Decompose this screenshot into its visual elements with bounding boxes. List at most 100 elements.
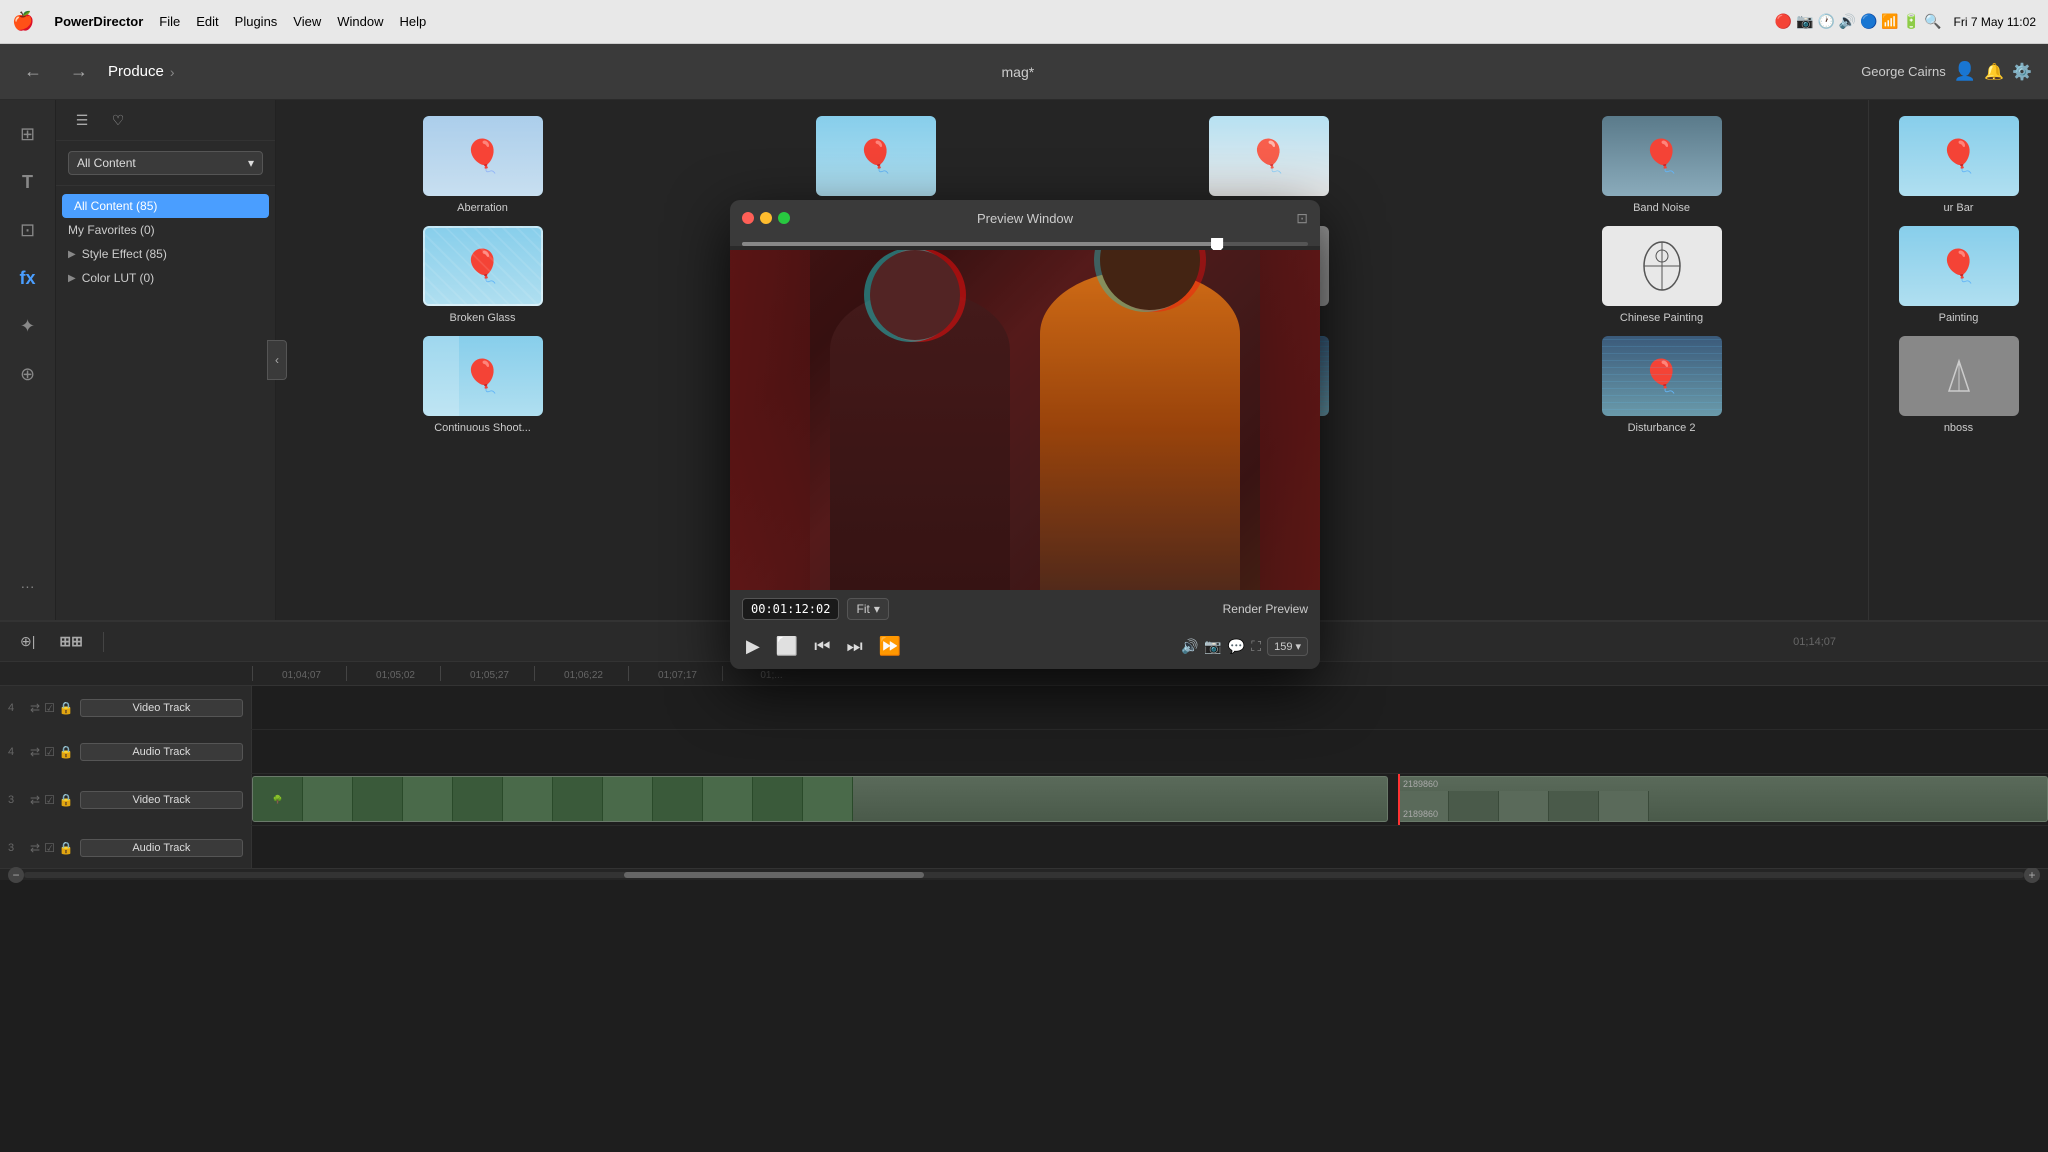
bottom-scrollbar[interactable]: − + xyxy=(0,868,2048,880)
effect-disturbance2[interactable]: 🎈 Disturbance 2 xyxy=(1471,336,1852,434)
track-icon-split[interactable]: ⇄ xyxy=(30,745,40,759)
tree-item-all-content[interactable]: All Content (85) xyxy=(62,194,269,218)
fast-forward-button[interactable]: ⏩ xyxy=(875,634,905,659)
track-icon-split[interactable]: ⇄ xyxy=(30,841,40,855)
track-icon-check[interactable]: ☑ xyxy=(44,841,55,855)
effect-aberration[interactable]: 🎈 Aberration xyxy=(292,116,673,214)
snapshot-button[interactable]: 📷 xyxy=(1204,638,1221,655)
step-back-button[interactable]: ⏮ xyxy=(810,634,834,659)
tree-item-style-effect[interactable]: ▶ Style Effect (85) xyxy=(56,242,275,266)
zoom-in-button[interactable]: + xyxy=(2024,867,2040,883)
timecode-display: 00:01:12:02 xyxy=(742,598,839,620)
track-header-4v: 4 ⇄ ☑ 🔒 Video Track xyxy=(0,686,252,729)
video-clip-3v[interactable]: 🌳 xyxy=(252,776,1388,822)
effect-bandnoise[interactable]: 🎈 Band Noise xyxy=(1471,116,1852,214)
panel-collapse-arrow[interactable]: ‹ xyxy=(267,340,287,380)
audio-button[interactable]: 🔊 xyxy=(1181,638,1198,655)
effect-label-urbar: ur Bar xyxy=(1944,202,1974,214)
effect-thumb-emboss xyxy=(1899,336,2019,416)
clip-label-2189860-top: 2189860 xyxy=(1399,777,2047,791)
preview-expand-button[interactable]: ⊡ xyxy=(1296,210,1308,227)
track-icon-check[interactable]: ☑ xyxy=(44,701,55,715)
preview-controls-bar: 00:01:12:02 Fit ▾ Render Preview xyxy=(730,590,1320,628)
scrollbar-track[interactable] xyxy=(24,872,2024,878)
app-name[interactable]: PowerDirector xyxy=(54,14,143,29)
zoom-out-button[interactable]: − xyxy=(8,867,24,883)
preview-scrubber-top[interactable] xyxy=(730,236,1320,246)
effect-label-bandnoise: Band Noise xyxy=(1633,202,1690,214)
effect-painting[interactable]: 🎈 Painting xyxy=(1881,226,2036,324)
track-icon-split[interactable]: ⇄ xyxy=(30,701,40,715)
sidebar-item-tools[interactable]: ⊕ xyxy=(6,352,50,396)
track-content-3a[interactable] xyxy=(252,826,2048,868)
menu-window[interactable]: Window xyxy=(337,14,383,29)
track-icon-check[interactable]: ☑ xyxy=(44,793,55,807)
forward-button[interactable]: → xyxy=(62,57,96,86)
apple-menu[interactable]: 🍎 xyxy=(12,11,34,32)
render-preview-button[interactable]: Render Preview xyxy=(1223,602,1308,616)
ruler-mark-3: 01;05;27 xyxy=(440,666,534,681)
datetime: Fri 7 May 11:02 xyxy=(1954,15,2036,29)
menu-view[interactable]: View xyxy=(293,14,321,29)
effect-urbar[interactable]: 🎈 ur Bar xyxy=(1881,116,2036,214)
track-icon-lock[interactable]: 🔒 xyxy=(59,841,74,855)
playhead xyxy=(1398,774,1400,825)
track-icon-lock[interactable]: 🔒 xyxy=(59,745,74,759)
timeline-tracks: 4 ⇄ ☑ 🔒 Video Track 4 ⇄ ☑ 🔒 Audio Track xyxy=(0,686,2048,868)
track-content-4a[interactable] xyxy=(252,730,2048,773)
track-number: 4 xyxy=(8,746,24,758)
menu-help[interactable]: Help xyxy=(400,14,427,29)
effects-right-panel: 🎈 ur Bar 🎈 Painting nboss xyxy=(1868,100,2048,620)
video-clip-3v-right[interactable]: 2189860 2189860 xyxy=(1398,776,2048,822)
filter-icon-btn[interactable]: ☰ xyxy=(68,106,96,134)
menu-plugins[interactable]: Plugins xyxy=(235,14,278,29)
maximize-dot[interactable] xyxy=(778,212,790,224)
menu-file[interactable]: File xyxy=(159,14,180,29)
scrubber-track[interactable] xyxy=(742,242,1308,246)
scrollbar-thumb[interactable] xyxy=(624,872,924,878)
close-dot[interactable] xyxy=(742,212,754,224)
menu-edit[interactable]: Edit xyxy=(196,14,218,29)
track-icon-lock[interactable]: 🔒 xyxy=(59,793,74,807)
tree-item-favorites[interactable]: My Favorites (0) xyxy=(56,218,275,242)
effect-thumb-abstractionism: 🎈 xyxy=(816,116,936,196)
add-track-button[interactable]: ⊕| xyxy=(12,629,43,654)
track-icon-lock[interactable]: 🔒 xyxy=(59,701,74,715)
content-panel: ☰ ♡ All Content ▾ All Content (85) My Fa… xyxy=(56,100,276,620)
sidebar-item-effects[interactable]: ✦ xyxy=(6,304,50,348)
content-dropdown[interactable]: All Content ▾ xyxy=(68,151,263,175)
preview-transport: ▶ ⬜ ⏮ ⏭ ⏩ 🔊 📷 💬 ⛶ 159 ▾ xyxy=(730,628,1320,669)
fit-dropdown[interactable]: Fit ▾ xyxy=(847,598,888,620)
subtitle-button[interactable]: 💬 xyxy=(1228,638,1245,655)
track-number: 4 xyxy=(8,702,24,714)
effect-brokenglass[interactable]: 🎈 Broken Glass xyxy=(292,226,673,324)
track-icon-check[interactable]: ☑ xyxy=(44,745,55,759)
track-header-3a: 3 ⇄ ☑ 🔒 Audio Track xyxy=(0,826,252,868)
timeline-ruler-far-right: 01;14;07 xyxy=(1793,636,2036,648)
sidebar-item-more[interactable]: ··· xyxy=(6,564,50,608)
fullscreen-button[interactable]: ⛶ xyxy=(1251,638,1261,655)
track-icon-split[interactable]: ⇄ xyxy=(30,793,40,807)
track-content-3v[interactable]: 🌳 2189860 2189860 xyxy=(252,774,2048,825)
effect-thumb-painting: 🎈 xyxy=(1899,226,2019,306)
effect-chinesepainting2[interactable]: Chinese Painting xyxy=(1471,226,1852,324)
effect-label-aberration: Aberration xyxy=(457,202,508,214)
track-content-4v[interactable] xyxy=(252,686,2048,729)
sidebar-item-fx[interactable]: fx xyxy=(6,256,50,300)
quality-badge[interactable]: 159 ▾ xyxy=(1267,637,1308,656)
play-button[interactable]: ▶ xyxy=(742,634,764,659)
sidebar-item-media[interactable]: ⊞ xyxy=(6,112,50,156)
effect-emboss[interactable]: nboss xyxy=(1881,336,2036,434)
stop-button[interactable]: ⬜ xyxy=(772,634,802,659)
step-forward-button[interactable]: ⏭ xyxy=(842,634,866,659)
sidebar-item-overlay[interactable]: ⊡ xyxy=(6,208,50,252)
back-button[interactable]: ← xyxy=(16,57,50,86)
content-panel-header: All Content ▾ xyxy=(56,141,275,186)
timeline-settings-button[interactable]: ⊞⊞ xyxy=(51,629,90,654)
minimize-dot[interactable] xyxy=(760,212,772,224)
tree-item-color-lut[interactable]: ▶ Color LUT (0) xyxy=(56,266,275,290)
effect-continuousshoot[interactable]: 🎈 Continuous Shoot... xyxy=(292,336,673,434)
produce-label: Produce › xyxy=(108,63,175,80)
sidebar-item-text[interactable]: T xyxy=(6,160,50,204)
favorites-icon-btn[interactable]: ♡ xyxy=(104,106,132,134)
